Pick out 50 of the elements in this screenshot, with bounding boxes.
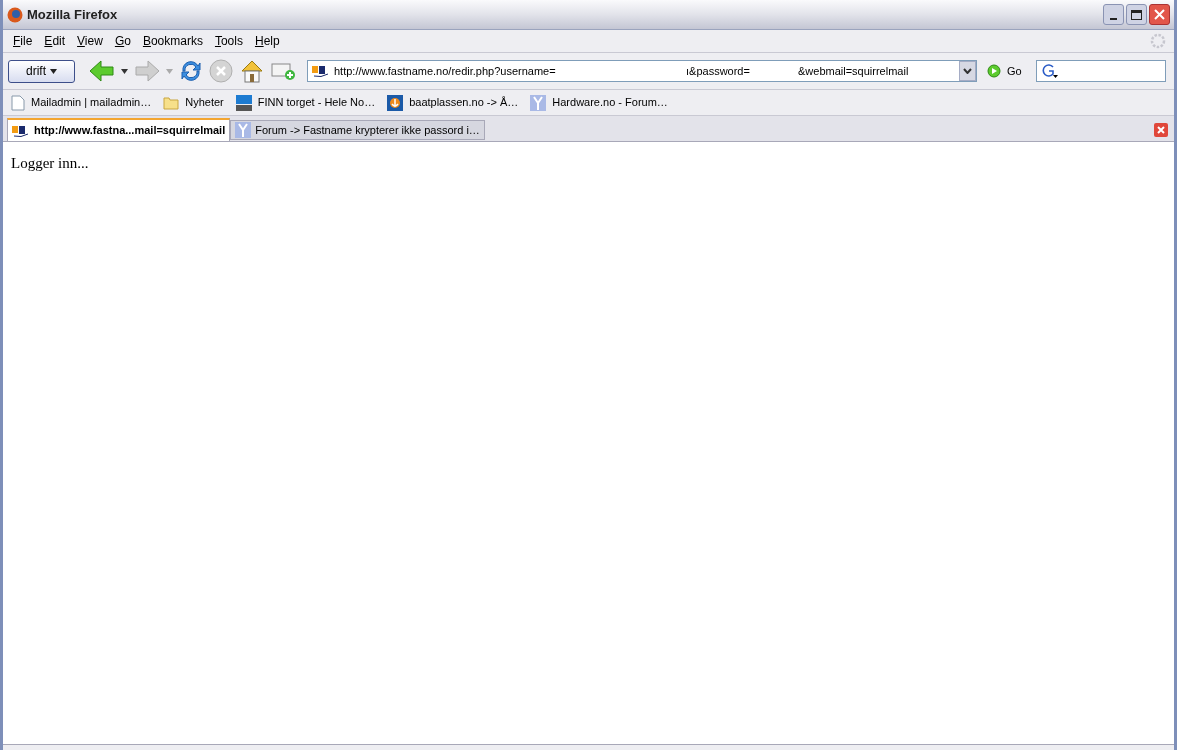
url-text: &webmail=squirrelmail <box>798 63 909 79</box>
home-icon[interactable] <box>239 58 265 84</box>
browser-tab[interactable]: Forum -> Fastname krypterer ikke passord i… <box>230 120 485 140</box>
dropdown-button[interactable] <box>959 61 976 81</box>
menu-item[interactable]: Bookmarks <box>136 32 209 50</box>
chevron-down-icon <box>963 68 972 74</box>
minimize-button[interactable] <box>1103 4 1124 25</box>
y-logo-icon <box>530 94 547 111</box>
bookmark-link[interactable]: FINN torget - Hele No… <box>257 94 376 111</box>
maximize-button[interactable] <box>1126 4 1147 25</box>
close-tab-icon[interactable] <box>1154 123 1168 137</box>
menu-item[interactable]: View <box>71 32 109 50</box>
reload-icon[interactable] <box>179 59 203 83</box>
menu-item[interactable]: Go <box>108 32 137 50</box>
bookmark-link[interactable]: baatplassen.no -> Å… <box>409 94 519 111</box>
profile-dropdown-button[interactable]: drift <box>8 59 75 83</box>
menu-item[interactable]: File <box>7 32 39 50</box>
bookmark-link[interactable]: Nyheter <box>185 94 224 111</box>
menu-item[interactable]: Edit <box>38 32 72 50</box>
browser-tab[interactable]: http://www.fastna...mail=squirrelmail <box>7 118 231 141</box>
bookmark-link[interactable]: Mailadmin | mailadmin… <box>31 94 152 111</box>
folder-icon <box>163 95 180 110</box>
caret-icon[interactable] <box>121 68 128 74</box>
close-icon <box>1154 9 1165 20</box>
back-arrow-icon[interactable] <box>89 59 115 83</box>
caret-icon <box>50 68 57 74</box>
bookmark-link[interactable]: Hardware.no - Forum… <box>552 94 668 111</box>
finn-logo-icon <box>235 94 252 111</box>
new-bookmark-icon[interactable] <box>271 60 297 82</box>
search-engine-icon <box>1040 63 1059 79</box>
search-field[interactable] <box>1035 60 1166 82</box>
page-icon <box>11 94 25 111</box>
go-button[interactable]: Go <box>987 62 1022 80</box>
url-text: http://www.fastname.no/redir.php?username= <box>334 63 557 79</box>
anchor-icon <box>387 94 404 111</box>
menu-item[interactable]: Help <box>248 32 286 50</box>
play-circle-icon <box>987 64 1001 78</box>
site-logo-icon <box>312 64 330 78</box>
site-logo-icon <box>12 123 30 138</box>
y-logo-icon <box>235 122 252 138</box>
tab-title: Forum -> Fastname krypterer ikke passord i… <box>255 122 480 138</box>
status-text: Logger inn... <box>11 154 90 173</box>
firefox-logo-icon <box>7 6 23 23</box>
close-button[interactable] <box>1149 4 1170 25</box>
url-text: ı&password= <box>686 63 751 79</box>
menu-item[interactable]: Tools <box>208 32 249 50</box>
tab-title: http://www.fastna...mail=squirrelmail <box>34 123 226 139</box>
window-title: Mozilla Firefox <box>27 5 118 24</box>
address-field[interactable]: http://www.fastname.no/redir.php?username= ı&password= &webmail=squirrelmail <box>307 60 977 82</box>
throbber-icon <box>1150 33 1166 49</box>
